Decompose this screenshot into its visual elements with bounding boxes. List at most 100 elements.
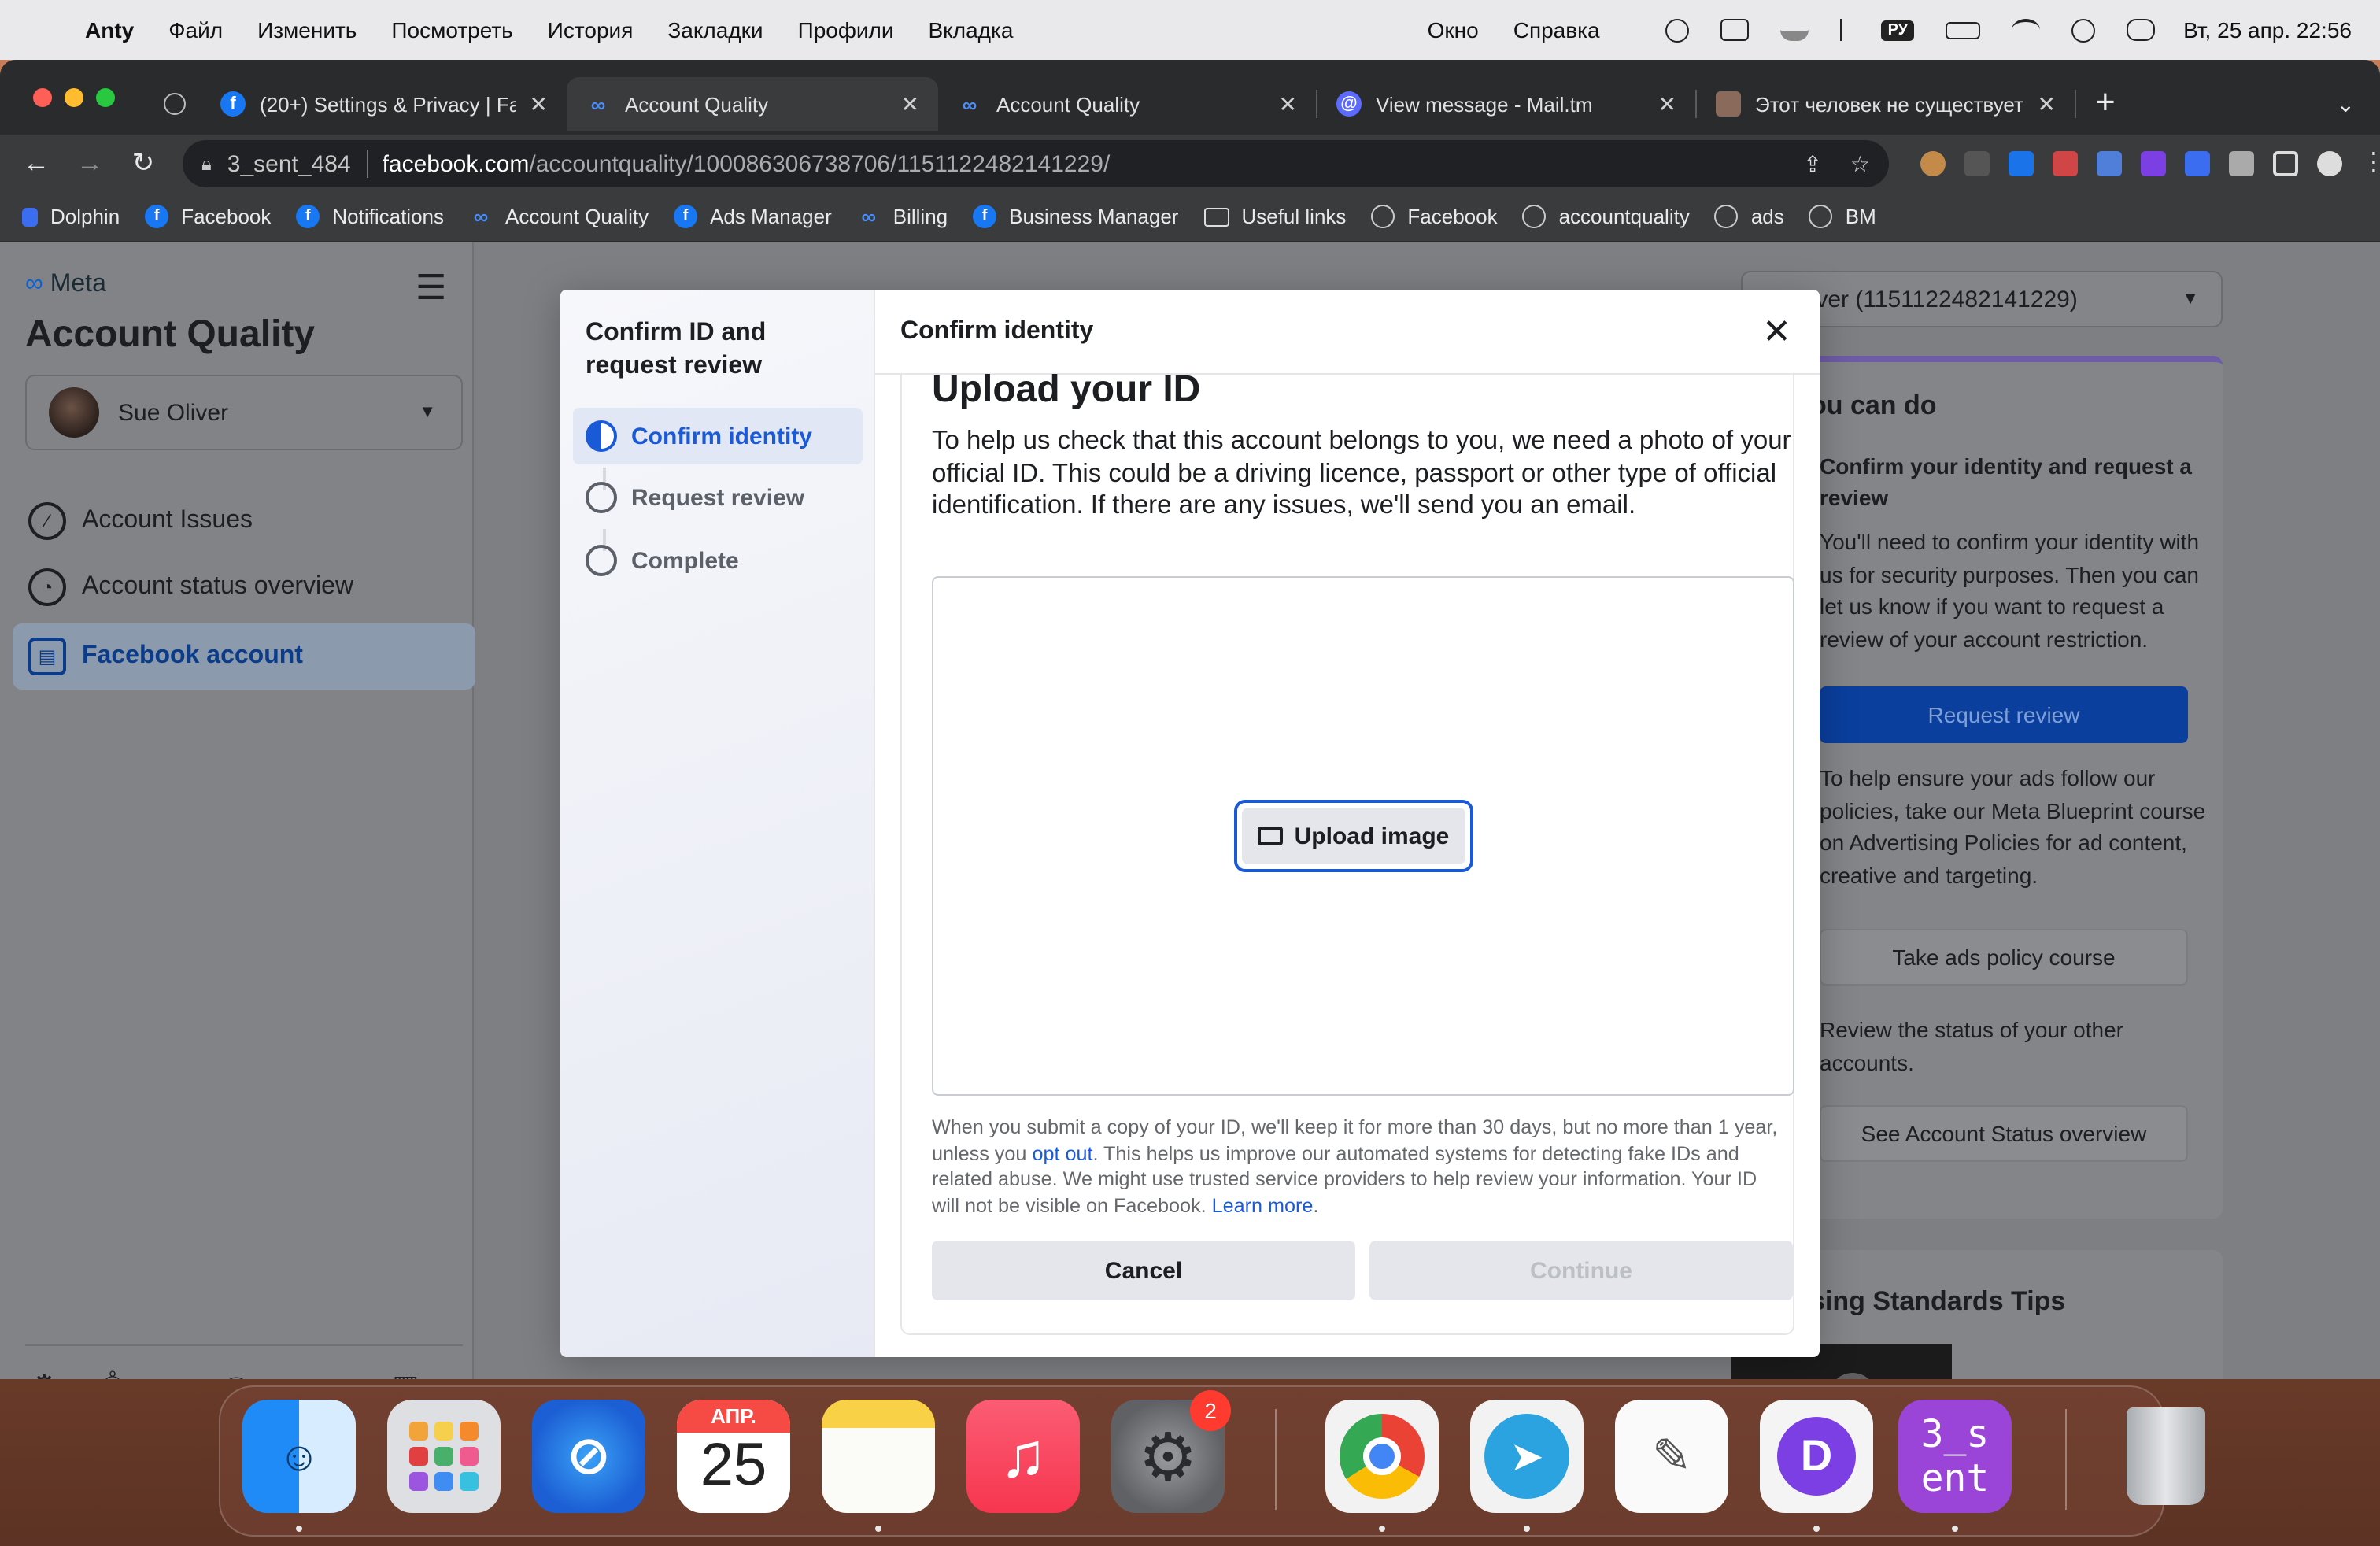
step-confirm-identity[interactable]: Confirm identity <box>573 408 863 464</box>
s-extension-icon[interactable] <box>2009 151 2034 176</box>
trash-icon[interactable] <box>2109 1400 2223 1513</box>
address-bar[interactable]: 🔒︎ 3_sent_484 facebook.com /accountquali… <box>183 140 1889 187</box>
launchpad-icon[interactable] <box>387 1400 501 1513</box>
calendar-icon[interactable]: АПР. 25 <box>677 1400 790 1513</box>
bookmark-business-manager[interactable]: f Business Manager <box>973 205 1178 228</box>
forward-icon[interactable]: → <box>63 148 116 179</box>
display-icon[interactable] <box>1720 19 1750 41</box>
globe-icon[interactable] <box>164 93 186 115</box>
zoom-window-button[interactable] <box>96 88 115 107</box>
battery-icon[interactable] <box>1946 21 1981 39</box>
close-window-button[interactable] <box>33 88 52 107</box>
tab-settings-privacy[interactable]: f (20+) Settings & Privacy | Face ✕ <box>201 77 567 131</box>
kebab-menu-icon[interactable]: ⋮ <box>2361 150 2380 176</box>
menu-history[interactable]: История <box>548 17 634 43</box>
minimize-window-button[interactable] <box>65 88 83 107</box>
bookmark-accountquality[interactable]: accountquality <box>1522 205 1690 228</box>
bookmark-notifications[interactable]: f Notifications <box>296 205 444 228</box>
notes-icon[interactable] <box>822 1400 935 1513</box>
tab-account-quality[interactable]: ∞ Account Quality ✕ <box>938 77 1316 131</box>
music-icon[interactable]: ♫ <box>966 1400 1080 1513</box>
opt-out-link[interactable]: opt out <box>1032 1142 1092 1164</box>
menu-file[interactable]: Файл <box>168 17 223 43</box>
close-tab-icon[interactable]: ✕ <box>1658 91 1676 117</box>
hamburger-menu-icon[interactable]: ☰ <box>416 268 446 309</box>
bookmark-bm[interactable]: BM <box>1809 205 1876 228</box>
reload-icon[interactable]: ↻ <box>116 148 170 179</box>
settings-gear-icon[interactable]: ⚙ <box>31 1370 57 1379</box>
menu-bookmarks[interactable]: Закладки <box>667 17 763 43</box>
back-icon[interactable]: ← <box>9 148 63 179</box>
nav-facebook-account[interactable]: ▤ Facebook account <box>13 623 475 690</box>
code-extension-icon[interactable] <box>1964 151 1990 176</box>
upload-image-button[interactable]: Upload image <box>1234 800 1473 872</box>
new-tab-icon[interactable]: + <box>2095 82 2116 123</box>
see-account-status-button[interactable]: See Account Status overview <box>1820 1105 2188 1162</box>
close-tab-icon[interactable]: ✕ <box>901 91 919 117</box>
telegram-icon[interactable]: ➤ <box>1470 1400 1584 1513</box>
keyboard-layout[interactable]: РУ <box>1881 20 1915 40</box>
dolphin-anty-icon[interactable]: D <box>1760 1400 1873 1513</box>
close-icon[interactable]: ✕ <box>1762 312 1791 353</box>
textedit-icon[interactable]: ✎ <box>1615 1400 1728 1513</box>
learn-more-link[interactable]: Learn more <box>1212 1194 1314 1216</box>
nav-account-status-overview[interactable]: ◔ Account status overview <box>13 554 475 620</box>
chrome-icon[interactable] <box>1325 1400 1439 1513</box>
menubar-clock[interactable]: Вт, 25 апр. 22:56 <box>2183 17 2352 43</box>
request-review-button[interactable]: Request review <box>1820 686 2188 743</box>
bookmark-billing[interactable]: ∞ Billing <box>857 205 948 228</box>
safari-icon[interactable]: ⊘ <box>532 1400 645 1513</box>
bell-icon[interactable]: 🔔︎ <box>94 1370 131 1379</box>
puzzle-icon[interactable] <box>2229 151 2254 176</box>
menu-view[interactable]: Посмотреть <box>391 17 512 43</box>
profile-avatar-icon[interactable] <box>2317 151 2342 176</box>
menu-app[interactable]: Anty <box>85 17 134 43</box>
cookie-extension-icon[interactable] <box>1920 151 1946 176</box>
take-ads-policy-course-button[interactable]: Take ads policy course <box>1820 929 2188 986</box>
translate-extension-icon[interactable] <box>2097 151 2122 176</box>
telegram-status-icon[interactable] <box>1665 18 1690 42</box>
tab-this-person[interactable]: Этот человек не существует ✕ <box>1697 77 2075 131</box>
menu-profiles[interactable]: Профили <box>798 17 894 43</box>
step-complete[interactable]: Complete <box>573 532 863 589</box>
spotlight-icon[interactable] <box>2071 18 2096 42</box>
ext-blue-icon[interactable] <box>2185 151 2210 176</box>
menu-window[interactable]: Окно <box>1428 17 1479 43</box>
wifi-icon[interactable] <box>2012 19 2041 41</box>
tab-mail[interactable]: @ View message - Mail.tm ✕ <box>1318 77 1695 131</box>
profile-3-sent-icon[interactable]: 3_sent <box>1898 1400 2012 1513</box>
menu-tab[interactable]: Вкладка <box>929 17 1014 43</box>
close-tab-icon[interactable]: ✕ <box>1279 91 1297 117</box>
tab-search-icon[interactable]: ⌄ <box>2337 91 2380 117</box>
finder-icon[interactable]: ☺︎ <box>242 1400 356 1513</box>
bookmark-useful-links[interactable]: Useful links <box>1203 205 1346 228</box>
tab-account-quality-active[interactable]: ∞ Account Quality ✕ <box>567 77 938 131</box>
bookmark-ads[interactable]: ads <box>1714 205 1784 228</box>
bluetooth-icon[interactable] <box>1840 19 1853 41</box>
bookmark-facebook-2[interactable]: Facebook <box>1371 205 1498 228</box>
bookmark-dolphin[interactable]: Dolphin <box>22 205 120 228</box>
cancel-button[interactable]: Cancel <box>932 1241 1355 1300</box>
ext-red-icon[interactable] <box>2053 151 2078 176</box>
star-icon[interactable]: ☆ <box>1850 150 1870 177</box>
system-settings-icon[interactable]: ⚙ 2 <box>1111 1390 1231 1513</box>
meta-logo[interactable]: ∞ Meta <box>25 271 106 299</box>
bookmark-ads-manager[interactable]: f Ads Manager <box>674 205 832 228</box>
nav-account-issues[interactable]: ⁄ Account Issues <box>13 488 475 554</box>
menu-help[interactable]: Справка <box>1513 17 1600 43</box>
continue-button[interactable]: Continue <box>1369 1241 1793 1300</box>
bookmark-facebook[interactable]: f Facebook <box>145 205 271 228</box>
close-tab-icon[interactable]: ✕ <box>530 91 548 117</box>
sidepanel-icon[interactable] <box>2273 151 2298 176</box>
panel-toggle-icon[interactable]: ▥ <box>392 1370 419 1379</box>
share-icon[interactable]: ⇪ <box>1803 150 1821 177</box>
ext-purple-icon[interactable] <box>2141 151 2166 176</box>
step-request-review[interactable]: Request review <box>573 469 863 526</box>
close-tab-icon[interactable]: ✕ <box>2038 91 2056 117</box>
lock-icon[interactable]: 🔒︎ <box>201 152 212 176</box>
search-icon[interactable]: ⌕ <box>168 1370 184 1379</box>
bookmark-account-quality[interactable]: ∞ Account Quality <box>469 205 649 228</box>
help-icon[interactable]: ⓘ <box>222 1370 250 1379</box>
control-center-icon[interactable] <box>2127 19 2156 41</box>
menu-edit[interactable]: Изменить <box>257 17 357 43</box>
